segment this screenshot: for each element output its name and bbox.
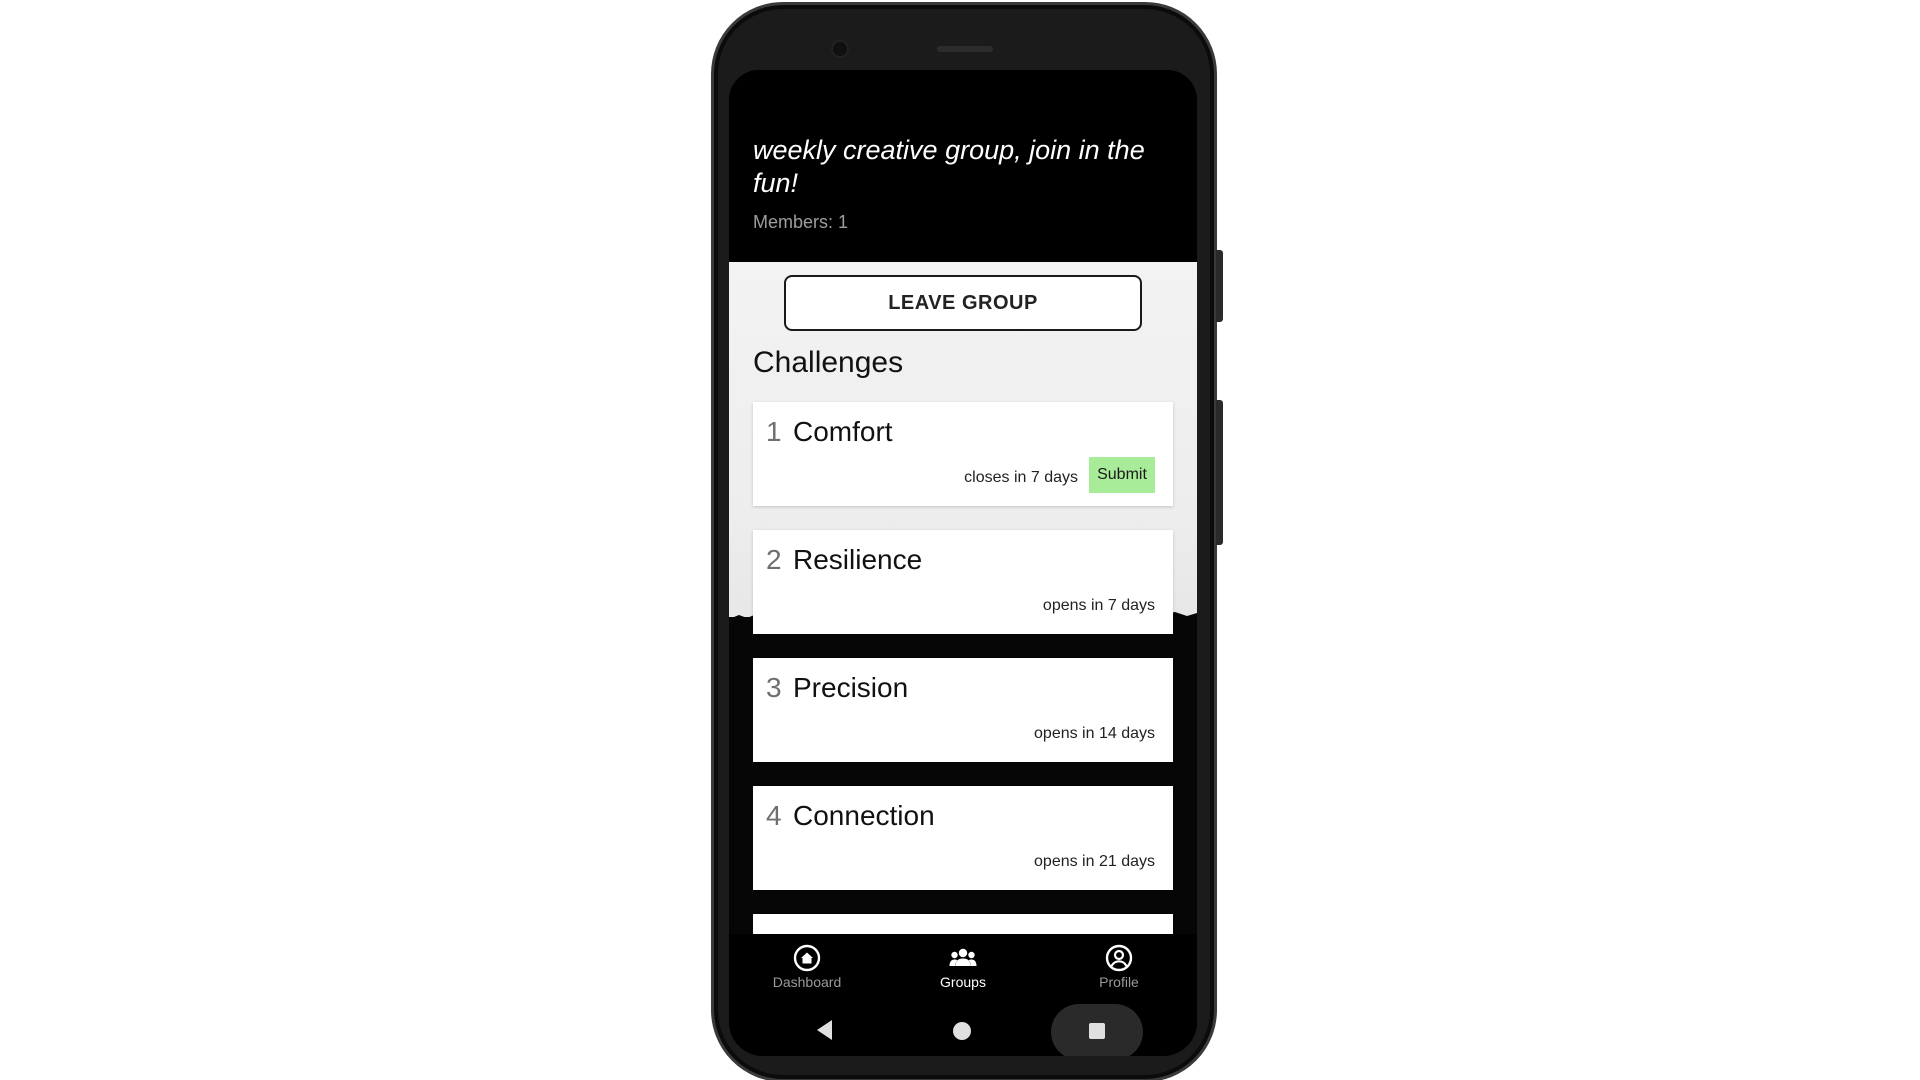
group-content[interactable]: LEAVE GROUP Challenges 1 Comfort closes …	[729, 262, 1197, 1004]
recents-icon	[1089, 1023, 1105, 1039]
group-description: weekly creative group, join in the fun!	[753, 135, 1145, 198]
system-navigation-bar	[729, 1004, 1197, 1056]
device-stage: weekly creative group, join in the fun! …	[0, 0, 1920, 1080]
nav-groups[interactable]: Groups	[903, 944, 1023, 1000]
nav-profile[interactable]: Profile	[1059, 944, 1179, 1000]
nav-label: Profile	[1099, 974, 1139, 990]
submit-button[interactable]: Submit	[1089, 457, 1155, 493]
challenge-card-resilience[interactable]: 2 Resilience opens in 7 days	[753, 530, 1173, 634]
members-count: Members: 1	[753, 212, 849, 232]
challenge-title: Connection	[793, 800, 935, 831]
groups-icon	[949, 948, 977, 966]
challenge-number: 4	[766, 800, 782, 831]
challenge-number: 1	[766, 416, 782, 447]
nav-label: Groups	[940, 974, 986, 990]
home-circle-icon[interactable]	[953, 1022, 971, 1040]
challenge-status: opens in 7 days	[1042, 597, 1155, 614]
challenge-number: 2	[766, 544, 782, 575]
nav-dashboard[interactable]: Dashboard	[747, 944, 867, 1000]
challenge-title: Precision	[793, 672, 909, 703]
power-button	[1216, 250, 1223, 322]
challenge-card-comfort[interactable]: 1 Comfort closes in 7 days Submit	[753, 402, 1173, 506]
home-icon	[793, 944, 821, 972]
front-camera	[833, 42, 847, 56]
challenge-status: opens in 14 days	[1034, 725, 1155, 742]
challenge-status: opens in 21 days	[1034, 853, 1155, 870]
challenges-heading: Challenges	[753, 346, 904, 379]
bottom-navigation: Dashboard Groups Profile	[729, 934, 1197, 1004]
recents-button[interactable]	[1051, 1004, 1143, 1056]
challenge-number: 3	[766, 672, 782, 703]
challenge-card-precision[interactable]: 3 Precision opens in 14 days	[753, 658, 1173, 762]
nav-label: Dashboard	[772, 974, 842, 990]
volume-button	[1216, 400, 1223, 545]
challenge-title: Resilience	[793, 544, 923, 575]
group-header: weekly creative group, join in the fun! …	[729, 70, 1197, 262]
leave-group-button[interactable]: LEAVE GROUP	[784, 275, 1142, 331]
profile-icon	[1105, 944, 1133, 972]
earpiece-speaker	[937, 46, 993, 52]
back-icon[interactable]	[817, 1020, 832, 1040]
challenge-card-connection[interactable]: 4 Connection opens in 21 days	[753, 786, 1173, 890]
challenge-title: Comfort	[793, 416, 893, 447]
app-screen: weekly creative group, join in the fun! …	[729, 70, 1197, 1056]
challenge-status: closes in 7 days	[964, 469, 1078, 486]
